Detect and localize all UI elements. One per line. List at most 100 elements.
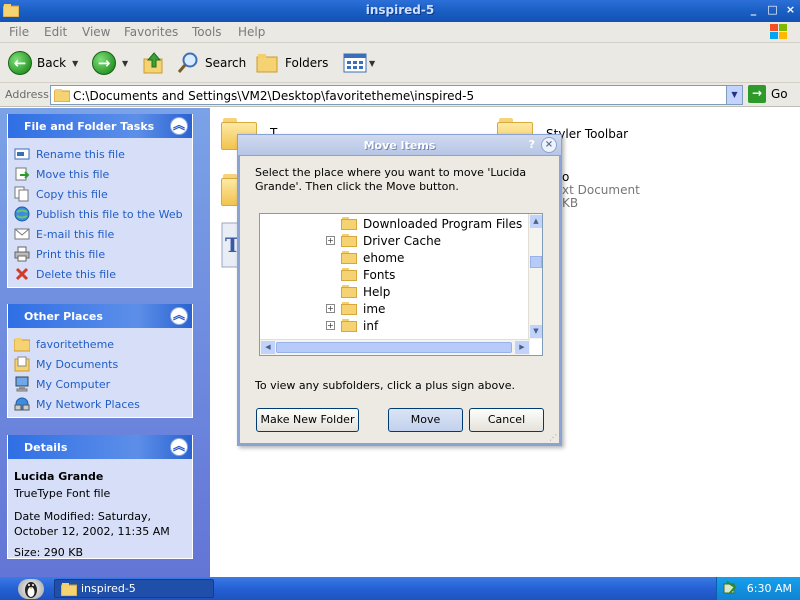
menu-favorites[interactable]: Favorites [124,25,178,39]
menu-view[interactable]: View [82,25,110,39]
taskbar-item[interactable]: inspired-5 [54,579,214,598]
tree-item-label: Downloaded Program Files [363,216,523,231]
place-item[interactable]: My Documents [14,354,192,374]
move-items-dialog: Move Items ? × Select the place where yo… [237,134,562,446]
resize-grip-icon[interactable]: ⋰ [549,433,559,443]
minimize-button[interactable]: _ [745,2,762,19]
go-arrow-icon: → [748,85,766,103]
place-item[interactable]: favoritetheme [13,334,192,354]
up-folder-icon [143,52,163,74]
address-dropdown-icon[interactable]: ▼ [726,86,742,104]
dialog-title-bar[interactable]: Move Items ? × [237,134,562,156]
task-item[interactable]: Print this file [14,244,192,264]
tree-item-label: Help [363,284,391,299]
menu-tools[interactable]: Tools [192,25,222,39]
go-button[interactable]: → Go [748,85,788,103]
scroll-right-icon[interactable]: ▶ [515,341,529,354]
maximize-button[interactable]: □ [764,2,781,19]
scroll-thumb[interactable] [276,342,512,353]
other-places-panel: Other Places ︽ favoritetheme My Documents… [7,304,193,418]
cancel-button[interactable]: Cancel [469,408,544,432]
panel-header[interactable]: Other Places ︽ [8,304,192,328]
panel-header[interactable]: File and Folder Tasks ︽ [8,114,192,138]
place-item[interactable]: My Computer [14,374,192,394]
expand-plus-icon[interactable]: + [326,236,335,245]
folders-button[interactable]: Folders [256,49,328,77]
help-button[interactable]: ? [529,138,535,151]
tree-item[interactable]: + ime [326,300,385,317]
back-button[interactable]: ← Back ▼ [8,49,78,77]
tree-item[interactable]: Fonts [326,266,395,283]
chevron-down-icon[interactable]: ▼ [369,59,375,68]
panel-title: File and Folder Tasks [24,120,155,133]
task-item-label: E-mail this file [36,227,115,241]
views-button[interactable]: ▼ [343,49,375,77]
tree-item-label: inf [363,318,379,333]
move-button[interactable]: Move [388,408,463,432]
expand-plus-icon[interactable]: + [326,321,335,330]
tree-item[interactable]: Downloaded Program Files [326,215,522,232]
windows-logo-icon [770,24,787,39]
go-label: Go [771,87,788,101]
chevron-down-icon[interactable]: ▼ [122,59,128,68]
detail-size: Size: 290 KB [14,546,84,559]
file-item-name[interactable]: o [562,170,569,184]
task-pane: File and Folder Tasks ︽ Rename this file… [0,108,210,577]
task-item[interactable]: Publish this file to the Web [14,204,192,224]
collapse-chevron-icon[interactable]: ︽ [170,438,188,456]
place-item[interactable]: My Network Places [14,394,192,414]
close-button[interactable]: × [782,2,799,19]
detail-date-modified: Date Modified: Saturday, October 12, 200… [14,510,170,538]
tree-item[interactable]: + Driver Cache [326,232,441,249]
folder-icon [54,89,70,102]
clock[interactable]: 6:30 AM [747,582,792,595]
chevron-down-icon[interactable]: ▼ [72,59,78,68]
tree-item[interactable]: ehome [326,249,404,266]
task-item[interactable]: Delete this file [14,264,192,284]
search-button[interactable]: Search [176,49,246,77]
scroll-up-icon[interactable]: ▲ [530,215,542,228]
menu-help[interactable]: Help [238,25,265,39]
scroll-left-icon[interactable]: ◀ [261,341,275,354]
task-item[interactable]: E-mail this file [14,224,192,244]
tree-item[interactable]: Help [326,283,390,300]
place-item-label: My Computer [36,377,111,391]
dialog-close-button[interactable]: × [541,137,557,153]
dialog-title: Move Items [363,139,436,152]
task-item[interactable]: Copy this file [14,184,192,204]
printer-icon [14,246,30,262]
details-panel: Details ︽ Lucida Grande TrueType Font fi… [7,435,193,559]
menu-file[interactable]: File [9,25,29,39]
folders-label: Folders [285,56,329,70]
task-item-label: Delete this file [36,267,116,281]
tree-item-label: Driver Cache [363,233,442,248]
forward-button[interactable]: → ▼ [92,49,128,77]
tray-program-icon[interactable] [723,581,737,595]
up-folder-button[interactable] [142,49,166,77]
make-new-folder-button[interactable]: Make New Folder [256,408,359,432]
place-item-label: favoritetheme [36,337,115,351]
folder-tree[interactable]: Downloaded Program Files + Driver Cache eho… [259,213,543,356]
expand-plus-icon[interactable]: + [326,304,335,313]
folder-icon [341,251,357,264]
collapse-chevron-icon[interactable]: ︽ [170,307,188,325]
menu-edit[interactable]: Edit [44,25,67,39]
folder-icon [341,319,357,332]
tasks-list: Rename this file Move this file Copy this … [8,138,192,288]
vertical-scrollbar[interactable]: ▲ ▼ [528,214,542,339]
task-item[interactable]: Rename this file [14,144,192,164]
tree-item[interactable]: + inf [326,317,378,334]
folder-icon [61,583,77,596]
address-input[interactable]: C:\Documents and Settings\VM2\Desktop\fa… [50,85,743,105]
collapse-chevron-icon[interactable]: ︽ [170,117,188,135]
horizontal-scrollbar[interactable]: ◀ ▶ [260,339,530,355]
start-button[interactable] [18,579,44,599]
panel-header[interactable]: Details ︽ [8,435,192,459]
task-item[interactable]: Move this file [14,164,192,184]
views-grid-icon [343,53,367,73]
detail-file-name: Lucida Grande [14,470,104,483]
folder-icon [341,234,357,247]
place-item-label: My Documents [36,357,119,371]
scroll-thumb[interactable] [530,256,542,268]
scroll-down-icon[interactable]: ▼ [530,325,542,338]
